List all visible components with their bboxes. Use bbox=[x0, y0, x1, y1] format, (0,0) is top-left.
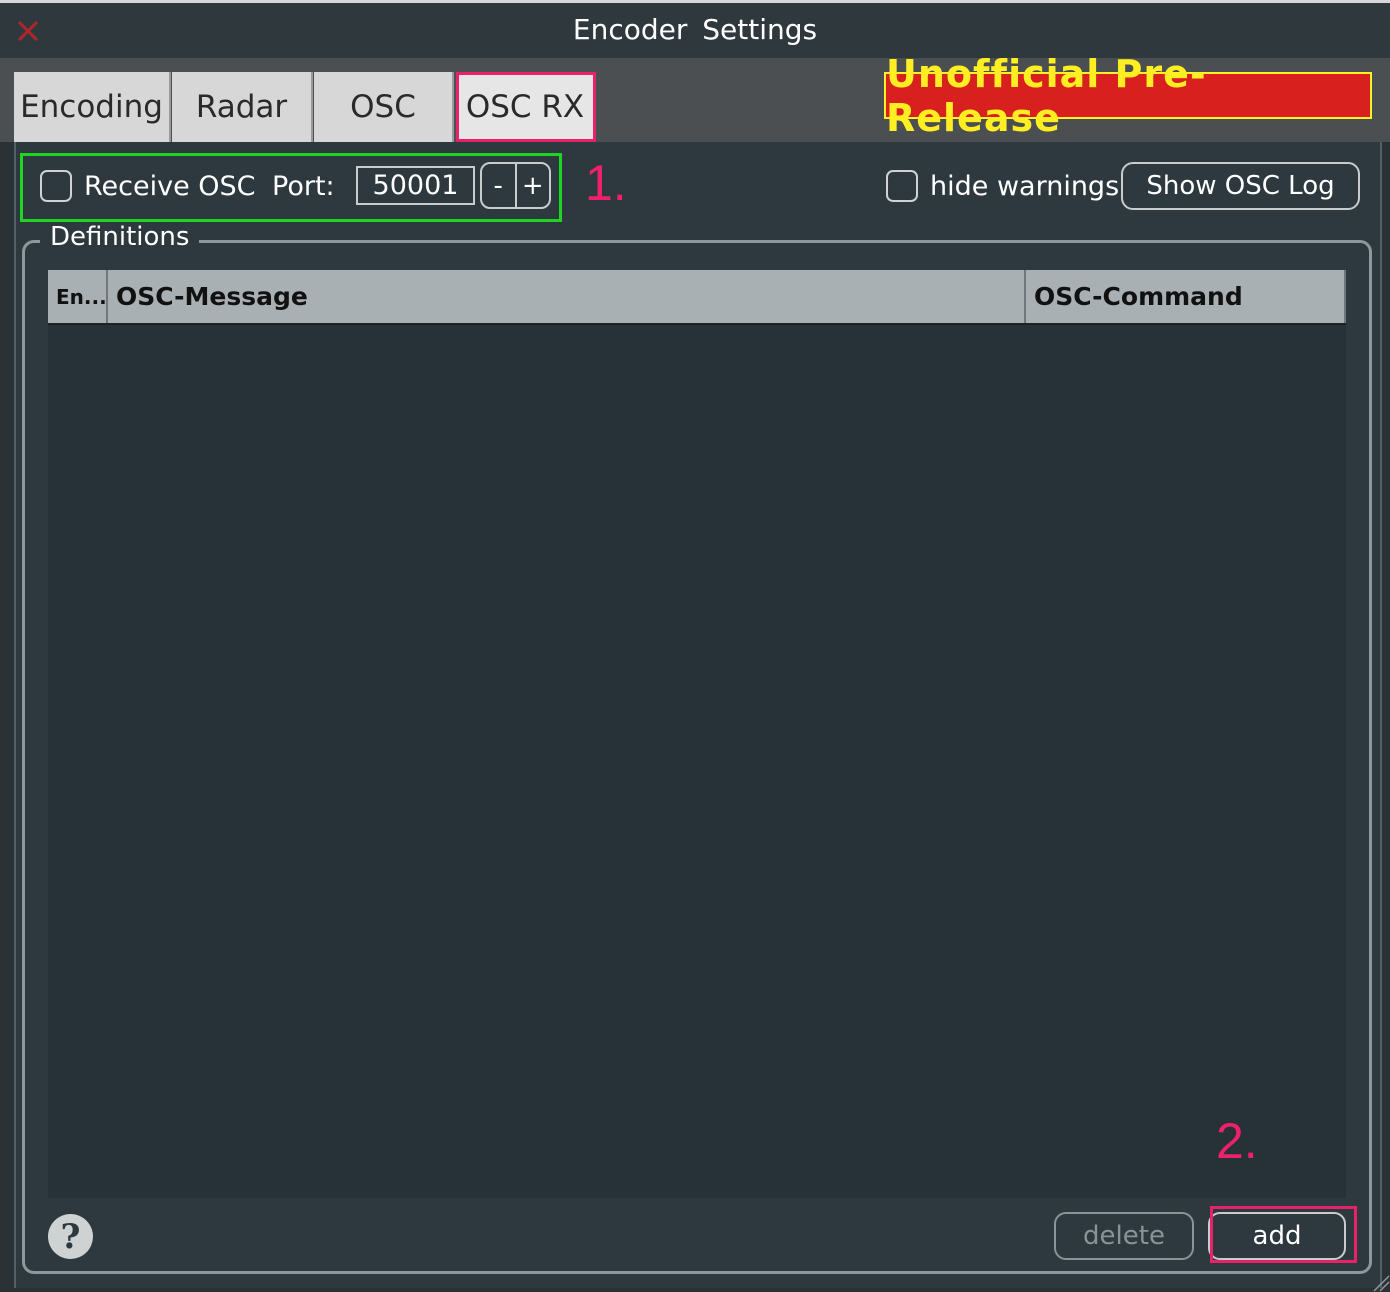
tab-osc-rx[interactable]: OSC RX bbox=[456, 72, 596, 142]
receive-osc-label: Receive OSC bbox=[84, 171, 256, 202]
column-header-osc-command[interactable]: OSC-Command bbox=[1026, 270, 1346, 323]
definitions-label: Definitions bbox=[40, 222, 200, 252]
annotation-step-1: 1. bbox=[585, 155, 627, 211]
pre-release-badge: Unofficial Pre-Release bbox=[884, 52, 1372, 140]
delete-button[interactable]: delete bbox=[1054, 1212, 1194, 1260]
tab-strip: Encoding Radar OSC OSC RX Unofficial Pre… bbox=[0, 52, 1390, 142]
port-decrement-button[interactable]: - bbox=[482, 164, 517, 207]
window-title: Encoder Settings bbox=[572, 13, 818, 46]
column-header-osc-message[interactable]: OSC-Message bbox=[108, 270, 1026, 323]
port-stepper: - + bbox=[480, 162, 551, 209]
column-header-enabled[interactable]: En... bbox=[48, 270, 108, 323]
show-osc-log-button[interactable]: Show OSC Log bbox=[1121, 162, 1360, 210]
port-increment-button[interactable]: + bbox=[517, 164, 550, 207]
port-label: Port: bbox=[272, 171, 335, 202]
hide-warnings-checkbox[interactable] bbox=[886, 170, 918, 202]
hide-warnings-label: hide warnings bbox=[930, 171, 1120, 202]
tab-radar[interactable]: Radar bbox=[172, 72, 313, 142]
annotation-step-2: 2. bbox=[1216, 1113, 1258, 1169]
definitions-table[interactable]: En... OSC-Message OSC-Command bbox=[48, 270, 1346, 1198]
tab-encoding[interactable]: Encoding bbox=[14, 72, 171, 142]
table-header: En... OSC-Message OSC-Command bbox=[48, 270, 1346, 325]
port-input[interactable]: 50001 bbox=[356, 166, 475, 205]
resize-grip-icon[interactable] bbox=[1370, 1272, 1390, 1292]
tab-osc[interactable]: OSC bbox=[314, 72, 454, 142]
add-button-highlight bbox=[1210, 1206, 1357, 1263]
title-bar: Encoder Settings bbox=[0, 0, 1390, 58]
receive-osc-checkbox[interactable] bbox=[40, 170, 72, 202]
help-icon[interactable]: ? bbox=[48, 1214, 93, 1259]
